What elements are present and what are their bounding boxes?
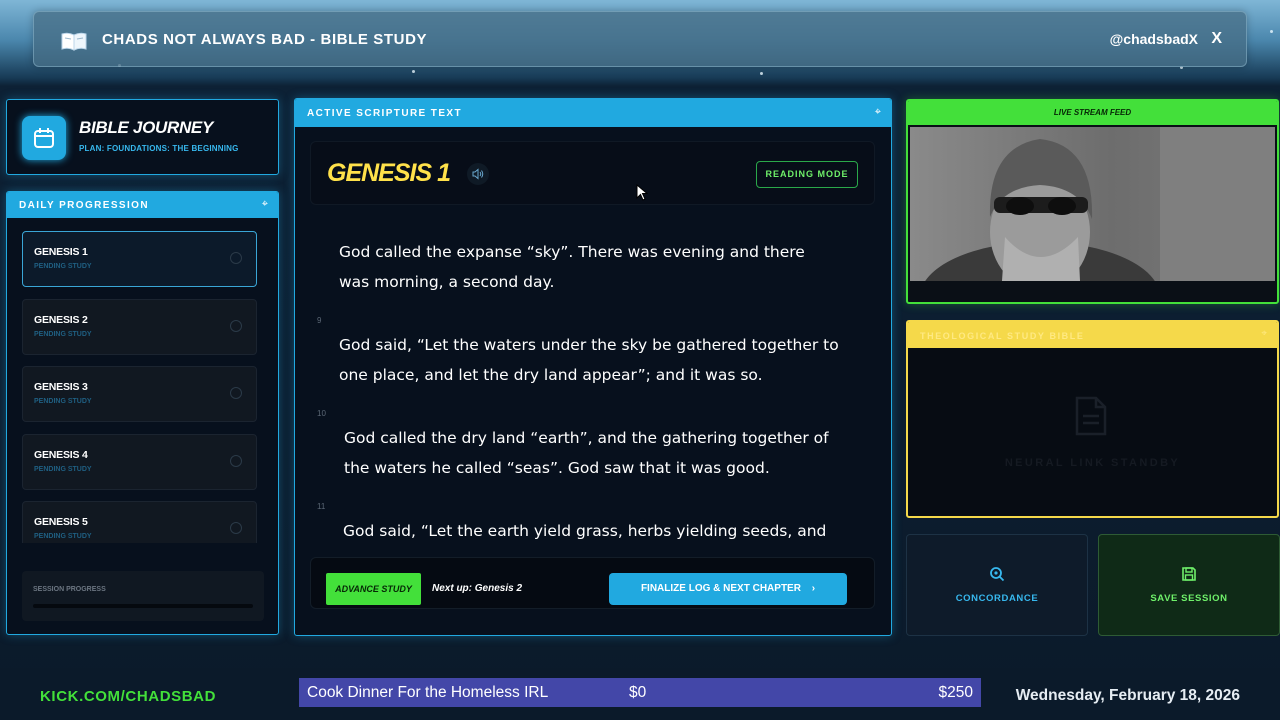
panel-title: ACTIVE SCRIPTURE TEXT (307, 108, 462, 119)
goal-target: $250 (938, 684, 973, 701)
concordance-label: CONCORDANCE (955, 593, 1039, 604)
live-stream-panel: LIVE STREAM FEED (906, 99, 1279, 304)
verse-number: 11 (317, 502, 326, 511)
chapter-name: GENESIS 1 (34, 246, 88, 258)
chapter-header: GENESIS 1 READING MODE (310, 141, 875, 205)
panel-header: DAILY PROGRESSION ⌖ (7, 192, 278, 218)
mouse-cursor-icon (636, 183, 649, 207)
chapter-status: PENDING STUDY (34, 533, 92, 540)
document-icon (1074, 396, 1108, 441)
study-action-bar: ADVANCE STUDY Next up: Genesis 2 FINALIZ… (310, 557, 875, 609)
session-progress-label: SESSION PROGRESS (33, 586, 106, 593)
check-circle-icon (230, 252, 242, 264)
panel-header: ACTIVE SCRIPTURE TEXT ⌖ (295, 99, 891, 127)
next-up-label: Next up: Genesis 2 (432, 583, 523, 594)
panel-header: THEOLOGICAL STUDY BIBLE ⌖ (908, 322, 1277, 348)
chapter-item[interactable]: GENESIS 5 PENDING STUDY (22, 501, 257, 543)
verse-number: 10 (317, 409, 326, 418)
chapter-title: GENESIS 1 (327, 159, 451, 187)
verse-text: God said, “Let the waters under the sky … (339, 336, 839, 384)
chevron-right-icon: › (811, 583, 816, 594)
goal-current: $0 (629, 684, 647, 701)
standby-status: NEURAL LINK STANDBY (1004, 457, 1181, 469)
chapter-item[interactable]: GENESIS 2 PENDING STUDY (22, 298, 257, 355)
theological-study-panel: THEOLOGICAL STUDY BIBLE ⌖ NEURAL LINK ST… (906, 320, 1279, 518)
search-icon (989, 566, 1005, 587)
chapter-status: PENDING STUDY (34, 330, 92, 338)
star-decoration (760, 72, 763, 75)
finalize-label: FINALIZE LOG & NEXT CHAPTER (640, 583, 801, 594)
chapter-name: GENESIS 5 (34, 516, 88, 528)
verse-list: 8 God called the expanse “sky”. There wa… (315, 237, 875, 573)
finalize-log-button[interactable]: FINALIZE LOG & NEXT CHAPTER › (609, 573, 847, 605)
journey-title: BIBLE JOURNEY (79, 118, 214, 137)
panel-title: THEOLOGICAL STUDY BIBLE (920, 331, 1085, 341)
open-book-icon (61, 31, 87, 51)
session-progress: SESSION PROGRESS (22, 571, 264, 621)
star-decoration (412, 70, 415, 73)
calendar-icon (22, 116, 66, 160)
social-handle: @chadsbadX (1109, 31, 1198, 47)
channel-url: KICK.COM/CHADSBAD (40, 688, 217, 705)
check-circle-icon (230, 387, 242, 399)
chapter-status: PENDING STUDY (34, 465, 92, 473)
daily-progression-panel: DAILY PROGRESSION ⌖ GENESIS 1 PENDING ST… (6, 191, 279, 635)
panel-title: DAILY PROGRESSION (19, 200, 149, 211)
current-date: Wednesday, February 18, 2026 (1015, 687, 1240, 704)
reading-plan: PLAN: FOUNDATIONS: THE BEGINNING (79, 144, 239, 153)
chapter-status: PENDING STUDY (34, 263, 92, 270)
stream-overlay: CHADS NOT ALWAYS BAD - BIBLE STUDY @chad… (0, 0, 1280, 720)
save-session-button[interactable]: SAVE SESSION (1098, 534, 1280, 636)
chapter-name: GENESIS 3 (34, 381, 88, 393)
save-session-label: SAVE SESSION (1150, 593, 1228, 604)
chapter-item[interactable]: GENESIS 3 PENDING STUDY (22, 366, 257, 422)
verse-text: God called the dry land “earth”, and the… (344, 429, 829, 477)
verse: 8 God called the expanse “sky”. There wa… (315, 237, 875, 330)
stream-title: CHADS NOT ALWAYS BAD - BIBLE STUDY (102, 31, 428, 48)
donation-goal-bar: Cook Dinner For the Homeless IRL $0 $250 (299, 678, 981, 707)
ticker-bar: KICK.COM/CHADSBAD Cook Dinner For the Ho… (0, 668, 1280, 720)
reading-mode-button[interactable]: READING MODE (756, 161, 858, 188)
goal-title: Cook Dinner For the Homeless IRL (307, 684, 549, 701)
chapter-status: PENDING STUDY (34, 398, 92, 405)
webcam-video (910, 127, 1275, 281)
check-circle-icon (230, 319, 242, 332)
star-decoration (1270, 30, 1273, 33)
chapter-list: GENESIS 1 PENDING STUDY GENESIS 2 PENDIN… (22, 231, 257, 543)
x-logo-icon: X (1211, 30, 1222, 47)
concordance-button[interactable]: CONCORDANCE (906, 534, 1088, 636)
chapter-item[interactable]: GENESIS 1 PENDING STUDY (22, 231, 257, 287)
advance-study-button[interactable]: ADVANCE STUDY (326, 573, 421, 605)
scripture-panel: ACTIVE SCRIPTURE TEXT ⌖ GENESIS 1 READIN… (294, 98, 892, 636)
check-circle-icon (230, 522, 242, 534)
title-bar: CHADS NOT ALWAYS BAD - BIBLE STUDY @chad… (33, 11, 1247, 67)
live-feed-header: LIVE STREAM FEED (908, 101, 1277, 125)
bible-journey-card: BIBLE JOURNEY PLAN: FOUNDATIONS: THE BEG… (6, 99, 279, 175)
speaker-icon[interactable] (467, 163, 489, 185)
pin-icon: ⌖ (874, 106, 881, 118)
save-icon (1181, 566, 1197, 587)
verse-text: God said, “Let the earth yield grass, he… (343, 522, 827, 540)
session-progress-bar (33, 604, 253, 608)
verse: 10 God called the dry land “earth”, and … (315, 409, 875, 516)
verse-text: God called the expanse “sky”. There was … (339, 243, 805, 291)
chapter-name: GENESIS 2 (34, 313, 88, 326)
pin-icon: ⌖ (261, 198, 268, 210)
pin-icon: ⌖ (1261, 328, 1267, 339)
chapter-item[interactable]: GENESIS 4 PENDING STUDY (22, 433, 257, 490)
chapter-name: GENESIS 4 (34, 448, 88, 461)
verse-number: 9 (317, 316, 322, 325)
check-circle-icon (230, 454, 242, 467)
verse: 9 God said, “Let the waters under the sk… (315, 316, 875, 423)
